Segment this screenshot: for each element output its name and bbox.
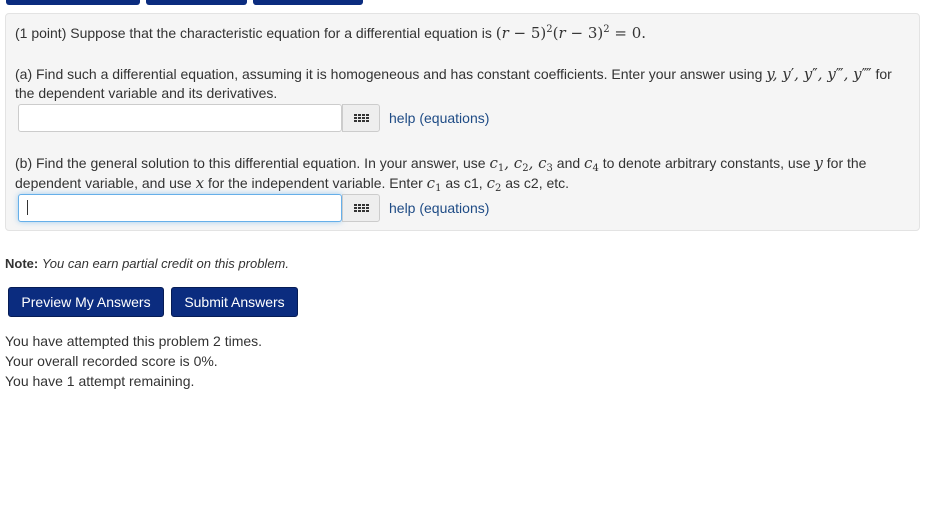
part-b-instructions: (b) Find the general solution to this di… [15,153,867,174]
grid-icon [353,204,369,212]
help-equations-link-b[interactable]: help (equations) [389,198,489,218]
c1-symbol: c1 [426,174,442,194]
top-tab[interactable] [253,0,363,5]
preview-answers-button[interactable]: Preview My Answers [8,287,164,317]
x-symbol: x [195,174,205,192]
submit-answers-button[interactable]: Submit Answers [171,287,298,317]
answer-b-wrapper [18,194,342,222]
part-b-instructions-continued: dependent variable, and use x for the in… [15,173,570,194]
top-tab[interactable] [6,0,140,5]
constant-c4: c4 [584,154,599,174]
constant-symbols: c1, c2, c3 [489,154,553,174]
help-equations-link-a[interactable]: help (equations) [389,108,489,128]
y-symbol: y [814,154,823,172]
part-a-instructions: (a) Find such a differential equation, a… [15,64,892,84]
intro-text: (1 point) Suppose that the characteristi… [15,25,492,41]
note-text: You can earn partial credit on this prob… [41,256,289,271]
problem-panel: (1 point) Suppose that the characteristi… [5,13,920,231]
part-a-text-end: for [875,66,892,82]
derivative-symbols: y, y′, y″, y‴, y⁗ [766,65,872,83]
part-b-text: (b) Find the general solution to this di… [15,155,486,171]
c2-symbol: c2 [486,174,502,194]
equation-editor-button-b[interactable] [342,194,380,222]
part-b-text-2b: for the independent variable. Enter [207,175,423,191]
part-b-text-2a: dependent variable, and use [15,175,192,191]
equation-editor-button-a[interactable] [342,104,380,132]
as-c2-text: as c2, etc. [505,175,570,191]
attempts-text: You have attempted this problem 2 times. [5,333,263,349]
remaining-text: You have 1 attempt remaining. [5,373,195,389]
for-text: for the [826,155,867,171]
part-b-text-end: to denote arbitrary constants, use [602,155,811,171]
answer-a-input[interactable] [18,104,342,132]
text-caret [27,200,28,215]
part-a-text-continued: the dependent variable and its derivativ… [15,85,278,101]
note-label: Note: [5,256,39,271]
grid-icon [353,114,369,122]
and-text: and [556,155,581,171]
top-nav-tabs [0,0,925,6]
part-a-text: (a) Find such a differential equation, a… [15,66,763,82]
answer-b-input[interactable] [18,194,342,222]
as-c1-text: as c1, [445,175,483,191]
problem-intro: (1 point) Suppose that the characteristi… [15,23,646,43]
characteristic-equation: (r − 5)2(r − 3)2 = 0. [495,24,647,42]
partial-credit-note: Note: You can earn partial credit on thi… [5,255,289,273]
score-text: Your overall recorded score is 0%. [5,353,218,369]
top-tab[interactable] [146,0,247,5]
